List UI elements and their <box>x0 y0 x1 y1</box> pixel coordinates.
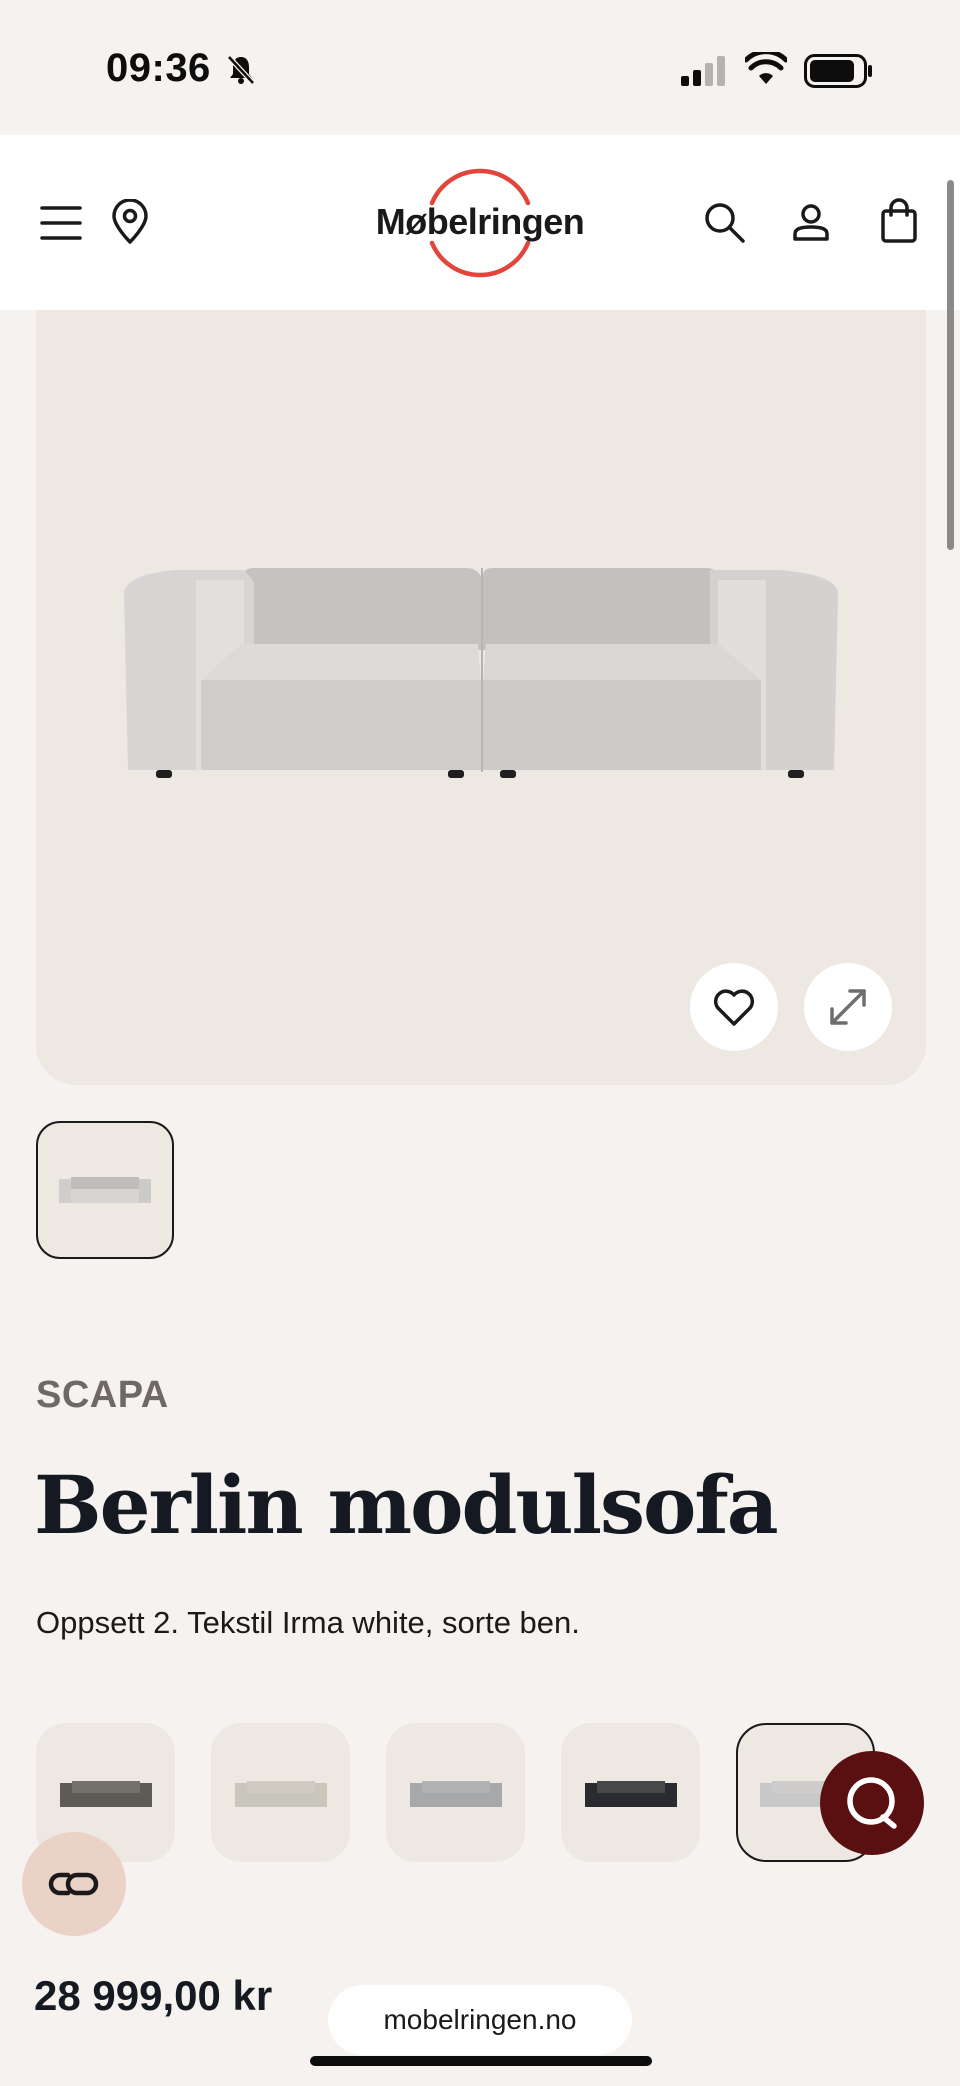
co-logo-icon <box>48 1872 99 1896</box>
logo[interactable]: Møbelringen <box>370 165 590 280</box>
menu-icon <box>40 206 82 240</box>
product-brand[interactable]: SCAPA <box>36 1374 169 1417</box>
co-browse-button[interactable] <box>22 1832 126 1936</box>
location-pin-icon <box>112 199 148 244</box>
cellular-signal-icon <box>681 56 725 86</box>
sofa-variant-image <box>59 1780 152 1807</box>
favorite-button[interactable] <box>690 963 778 1051</box>
product-price: 28 999,00 kr <box>34 1972 273 2019</box>
account-icon <box>793 204 829 241</box>
cart-button[interactable] <box>869 191 929 251</box>
wifi-icon <box>745 52 787 84</box>
sofa-variant-image <box>584 1780 677 1807</box>
browser-url-bar[interactable]: mobelringen.no <box>328 1985 632 2055</box>
variant-swatch[interactable] <box>211 1723 350 1862</box>
variant-swatch[interactable] <box>386 1723 525 1862</box>
expand-icon <box>830 989 866 1025</box>
search-icon <box>705 203 745 243</box>
store-locator-button[interactable] <box>100 192 160 252</box>
status-time: 09:36 <box>106 46 211 90</box>
search-button[interactable] <box>694 192 754 252</box>
product-title: Berlin modulsofa <box>34 1458 779 1552</box>
sofa-image <box>124 568 838 778</box>
chat-button[interactable] <box>820 1751 924 1855</box>
variant-swatch[interactable] <box>561 1723 700 1862</box>
shopping-bag-icon <box>881 198 917 243</box>
battery-icon <box>804 54 872 88</box>
chat-bubble-icon <box>847 1777 897 1829</box>
sofa-thumbnail <box>59 1177 151 1203</box>
status-bar: 09:36 <box>0 0 960 135</box>
page-scrollbar[interactable] <box>947 180 954 550</box>
account-button[interactable] <box>781 192 841 252</box>
heart-icon <box>713 989 755 1026</box>
sofa-variant-image <box>409 1780 502 1807</box>
sofa-variant-image <box>234 1780 327 1807</box>
site-header: Møbelringen <box>0 135 960 310</box>
fullscreen-button[interactable] <box>804 963 892 1051</box>
image-thumbnail-1[interactable] <box>36 1121 174 1259</box>
menu-button[interactable] <box>31 193 91 253</box>
product-main-image[interactable] <box>36 310 926 1085</box>
bell-muted-icon <box>227 55 255 85</box>
logo-text: Møbelringen <box>375 201 585 242</box>
home-indicator[interactable] <box>310 2056 652 2066</box>
product-description: Oppsett 2. Tekstil Irma white, sorte ben… <box>36 1605 580 1640</box>
